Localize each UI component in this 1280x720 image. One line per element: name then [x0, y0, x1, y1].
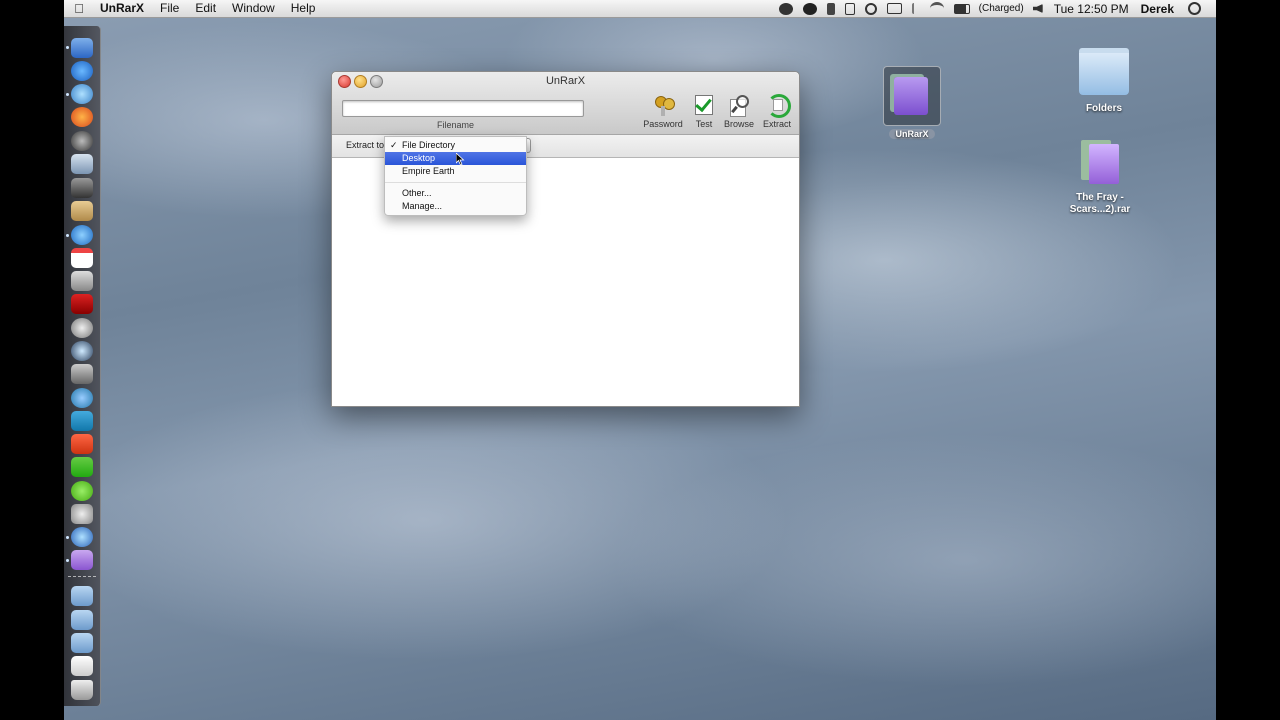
help-menu[interactable]: Help: [283, 0, 324, 17]
unrarx-window: UnRarX Filename Password Test Browse Ext…: [331, 71, 800, 407]
browse-label: Browse: [723, 119, 754, 129]
compass-icon[interactable]: [71, 527, 93, 547]
paw-icon[interactable]: [778, 2, 793, 15]
firefox-icon[interactable]: [71, 107, 93, 127]
browse-button[interactable]: Browse: [721, 94, 757, 129]
rar-archive-icon: [1081, 140, 1119, 184]
time-machine-icon[interactable]: [864, 2, 877, 15]
spotlight-search-icon[interactable]: [1188, 2, 1201, 15]
password-label: Password: [643, 119, 683, 129]
desktop-icon-label: The Fray - Scars...2).rar: [1060, 192, 1140, 216]
word-icon[interactable]: [71, 411, 93, 431]
desktop-icon-folders[interactable]: Folders: [1069, 48, 1139, 114]
dock: [64, 26, 101, 706]
menu-item-label: Desktop: [402, 153, 436, 163]
running-indicator: [66, 536, 69, 539]
address-book-icon[interactable]: [71, 201, 93, 221]
user-menu[interactable]: Derek: [1141, 2, 1174, 16]
running-indicator: [66, 46, 69, 49]
finder-icon[interactable]: [71, 38, 93, 58]
clock[interactable]: Tue 12:50 PM: [1054, 2, 1129, 16]
applications-folder-icon[interactable]: [71, 586, 93, 606]
safari-icon[interactable]: [71, 84, 93, 104]
extract-to-dropdown-menu: ✓ File Directory Desktop Empire Earth Ot…: [384, 136, 527, 216]
automator-icon[interactable]: [71, 504, 93, 524]
menu-item-label: Other...: [402, 188, 432, 198]
running-indicator: [66, 559, 69, 562]
battery-icon[interactable]: [953, 3, 970, 14]
edit-menu[interactable]: Edit: [187, 0, 224, 17]
battery-status[interactable]: (Charged): [979, 3, 1024, 14]
checkmark-icon: ✓: [390, 140, 398, 150]
magnifier-icon: [727, 94, 751, 117]
menu-item-manage[interactable]: Manage...: [385, 200, 526, 213]
desktop:  UnRarX File Edit Window Help (Charged)…: [64, 0, 1216, 720]
file-menu[interactable]: File: [152, 0, 187, 17]
bluetooth-icon[interactable]: [911, 3, 920, 14]
menu-item-label: File Directory: [402, 140, 456, 150]
itunes-icon[interactable]: [71, 225, 93, 245]
window-title: UnRarX: [545, 75, 586, 87]
system-preferences-icon[interactable]: [71, 364, 93, 384]
calendar-icon[interactable]: [71, 248, 93, 268]
display-icon[interactable]: [886, 3, 902, 14]
trash-icon[interactable]: [71, 680, 93, 700]
menu-item-file-directory[interactable]: ✓ File Directory: [385, 139, 526, 152]
documents-folder-icon[interactable]: [71, 610, 93, 630]
menu-bar:  UnRarX File Edit Window Help (Charged)…: [64, 0, 1216, 18]
mail-icon[interactable]: [71, 154, 93, 174]
downloads-folder-icon[interactable]: [71, 633, 93, 653]
app-store-icon[interactable]: [71, 61, 93, 81]
dock-separator: [68, 576, 96, 578]
document-icon[interactable]: [844, 2, 855, 15]
menu-item-desktop[interactable]: Desktop: [385, 152, 526, 166]
menu-item-label: Empire Earth: [402, 166, 455, 176]
menu-item-label: Manage...: [402, 201, 443, 211]
folder-icon: [1079, 48, 1129, 95]
test-button[interactable]: Test: [689, 94, 719, 129]
extract-button[interactable]: Extract: [759, 94, 795, 129]
phone-icon[interactable]: [826, 2, 835, 15]
app-menu[interactable]: UnRarX: [94, 0, 152, 17]
window-menu[interactable]: Window: [224, 0, 283, 17]
extract-label: Extract: [762, 119, 791, 129]
menu-item-empire-earth[interactable]: Empire Earth: [385, 165, 526, 178]
running-indicator: [66, 234, 69, 237]
wifi-icon[interactable]: [929, 2, 944, 15]
password-button[interactable]: Password: [639, 94, 687, 129]
menu-item-other[interactable]: Other...: [385, 187, 526, 200]
powerpoint-icon[interactable]: [71, 434, 93, 454]
dashboard-icon[interactable]: [71, 131, 93, 151]
excel-icon[interactable]: [71, 457, 93, 477]
desktop-icon-label: UnRarX: [889, 129, 935, 139]
checkbox-icon: [692, 94, 716, 116]
photo-booth-icon[interactable]: [71, 294, 93, 314]
document-stack-icon[interactable]: [71, 656, 93, 676]
unrarx-icon[interactable]: [71, 550, 93, 570]
desktop-icon-label: Folders: [1085, 103, 1123, 114]
globe-icon[interactable]: [71, 388, 93, 408]
facetime-icon[interactable]: [71, 178, 93, 198]
menu-separator: [385, 182, 526, 183]
spotify-icon[interactable]: [71, 481, 93, 501]
desktop-icon-rar-file[interactable]: The Fray - Scars...2).rar: [1060, 140, 1140, 216]
extract-arrows-icon: [765, 94, 791, 118]
volume-icon[interactable]: [1032, 4, 1043, 13]
utility-icon[interactable]: [71, 318, 93, 338]
keys-icon: [651, 94, 675, 116]
filename-field[interactable]: [342, 100, 584, 117]
desktop-icon-label-line2: Scars...2).rar: [1069, 204, 1131, 215]
window-toolbar: UnRarX Filename Password Test Browse Ext…: [332, 72, 799, 135]
unrarx-app-icon: [883, 66, 941, 126]
desktop-icon-unrarx[interactable]: UnRarX: [882, 66, 942, 140]
desktop-icon-label-line1: The Fray -: [1076, 192, 1124, 203]
extract-to-label: Extract to: [346, 140, 385, 150]
apple-menu-icon[interactable]: : [64, 1, 94, 16]
running-indicator: [66, 93, 69, 96]
test-label: Test: [695, 119, 713, 129]
filename-label: Filename: [437, 120, 475, 130]
status-circle-icon[interactable]: [802, 2, 817, 15]
time-machine-dock-icon[interactable]: [71, 341, 93, 361]
preview-icon[interactable]: [71, 271, 93, 291]
